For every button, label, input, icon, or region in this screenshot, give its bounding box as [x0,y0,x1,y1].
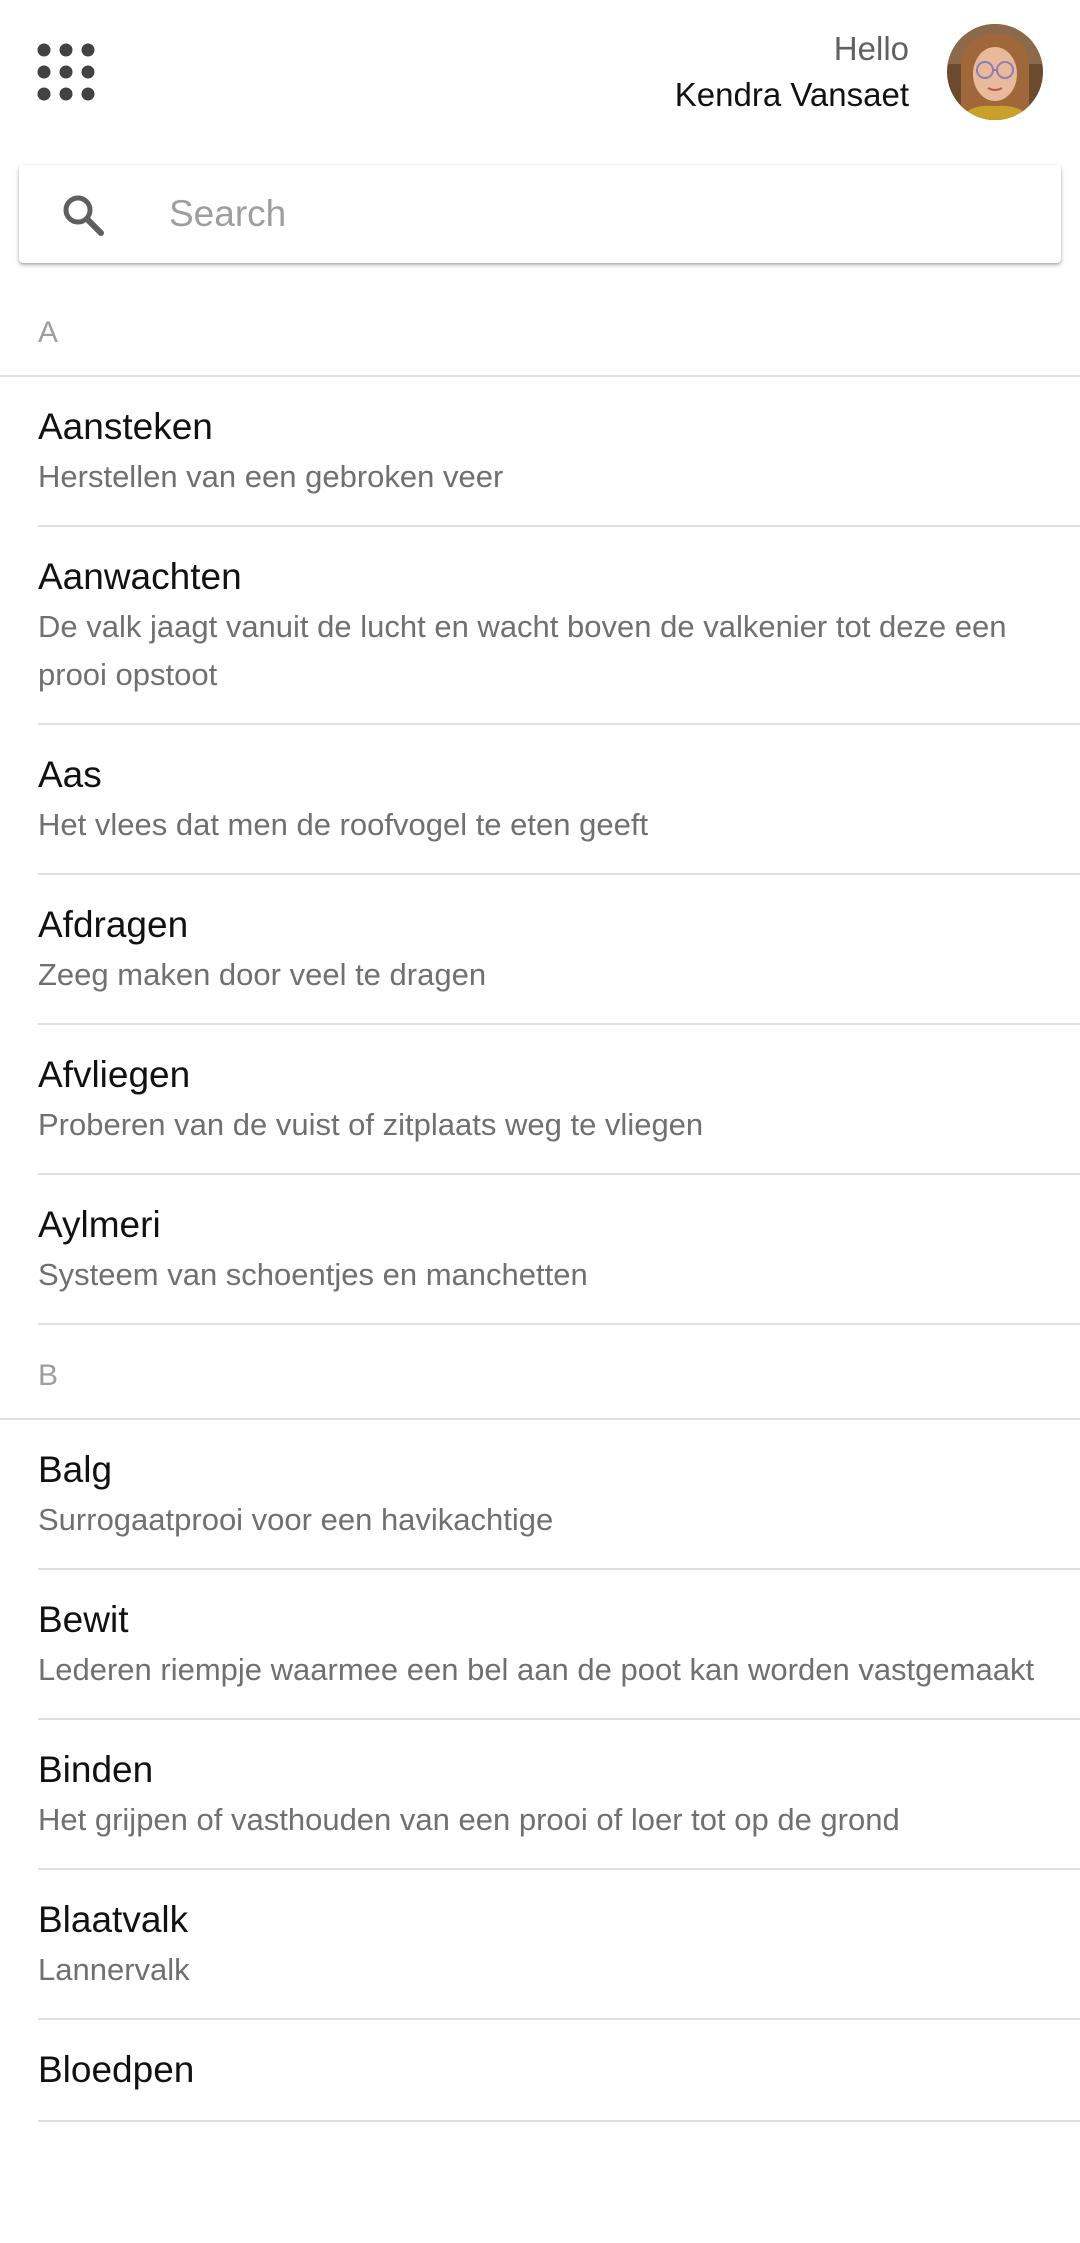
search-bar[interactable] [19,165,1061,263]
list-item[interactable]: Bloedpen [38,2020,1080,2122]
list-item[interactable]: Aas Het vlees dat men de roofvogel te et… [38,725,1080,875]
item-term: Blaatvalk [38,1899,189,1940]
item-definition: Lannervalk [38,1952,190,1987]
search-icon [63,195,104,236]
list-item[interactable]: Aylmeri Systeem van schoentjes en manche… [38,1175,1080,1325]
item-term: Binden [38,1749,154,1790]
item-term: Afdragen [38,904,189,945]
search-input[interactable] [149,165,1029,263]
greeting-text: Hello [833,30,909,67]
app-header: Hello Kendra Vansaet [0,0,1080,150]
list-item[interactable]: Afdragen Zeeg maken door veel te dragen [38,875,1080,1025]
list-item[interactable]: Bewit Lederen riempje waarmee een bel aa… [38,1570,1080,1720]
list-item[interactable]: Binden Het grijpen of vasthouden van een… [38,1720,1080,1870]
apps-grid-icon[interactable] [36,42,96,102]
item-definition: Systeem van schoentjes en manchetten [38,1257,588,1292]
item-term: Aansteken [38,406,213,447]
item-definition: Het grijpen of vasthouden van een prooi … [38,1802,900,1837]
item-term: Balg [38,1449,113,1490]
item-definition: Proberen van de vuist of zitplaats weg t… [38,1107,704,1142]
user-greeting: Hello Kendra Vansaet [675,26,909,118]
item-term: Bewit [38,1599,129,1640]
section-header-b: B [0,1325,1080,1420]
user-name: Kendra Vansaet [674,76,909,113]
item-term: Aylmeri [38,1204,161,1245]
list-item[interactable]: Blaatvalk Lannervalk [38,1870,1080,2020]
list-item[interactable]: Aansteken Herstellen van een gebroken ve… [38,377,1080,527]
glossary-list: A Aansteken Herstellen van een gebroken … [0,282,1080,2122]
item-definition: Lederen riempje waarmee een bel aan de p… [38,1652,1035,1687]
item-term: Bloedpen [38,2049,195,2090]
user-avatar[interactable] [947,24,1043,120]
section-header-a: A [0,282,1080,377]
item-definition: Herstellen van een gebroken veer [38,459,504,494]
list-item[interactable]: Afvliegen Proberen van de vuist of zitpl… [38,1025,1080,1175]
list-item[interactable]: Aanwachten De valk jaagt vanuit de lucht… [38,527,1080,725]
item-definition: De valk jaagt vanuit de lucht en wacht b… [38,609,1007,692]
item-term: Afvliegen [38,1054,191,1095]
item-definition: Het vlees dat men de roofvogel te eten g… [38,807,649,842]
item-definition: Surrogaatprooi voor een havikachtige [38,1502,554,1537]
item-term: Aas [38,754,102,795]
item-definition: Zeeg maken door veel te dragen [38,957,487,992]
list-item[interactable]: Balg Surrogaatprooi voor een havikachtig… [38,1420,1080,1570]
item-term: Aanwachten [38,556,242,597]
